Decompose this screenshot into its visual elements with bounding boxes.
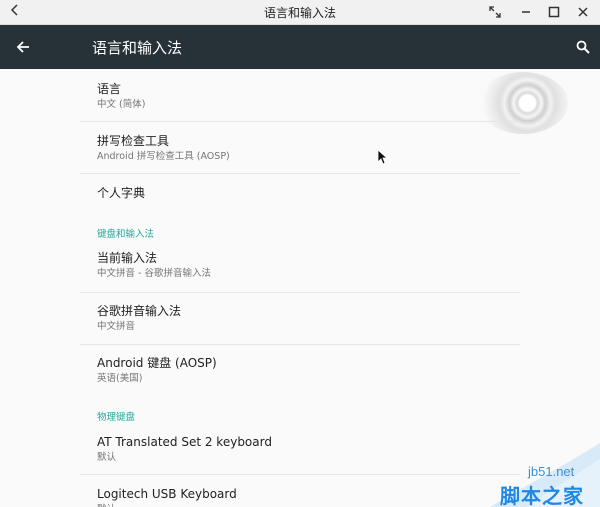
list-item-title: 拼写检查工具 <box>97 134 170 148</box>
divider <box>80 474 520 475</box>
list-item-title: Logitech USB Keyboard <box>97 487 237 501</box>
list-item-title: 个人字典 <box>97 186 146 200</box>
list-item-logitech-keyboard[interactable]: Logitech USB Keyboard 默认 <box>97 487 520 507</box>
app-bar-title: 语言和输入法 <box>92 39 183 57</box>
list-item-subtitle: 中文拼音 <box>97 321 136 332</box>
close-icon[interactable] <box>574 3 592 21</box>
section-header-physical-keyboard: 物理键盘 <box>97 412 136 423</box>
minimize-icon[interactable] <box>517 3 535 21</box>
watermark-site: jb51.net <box>528 464 575 479</box>
list-item-google-pinyin[interactable]: 谷歌拼音输入法 中文拼音 <box>97 304 520 333</box>
divider <box>80 173 520 174</box>
list-item-title: 当前输入法 <box>97 251 158 265</box>
window-title: 语言和输入法 <box>263 6 336 20</box>
list-item-android-keyboard[interactable]: Android 键盘 (AOSP) 英语(美国) <box>97 356 520 385</box>
maximize-restore-icon[interactable] <box>486 3 504 21</box>
window-titlebar: 语言和输入法 <box>0 0 600 25</box>
list-item-spell-checker[interactable]: 拼写检查工具 Android 拼写检查工具 (AOSP) <box>97 134 520 163</box>
list-item-subtitle: 中文 (简体) <box>97 99 146 110</box>
maximize-icon[interactable] <box>545 3 563 21</box>
list-item-current-ime[interactable]: 当前输入法 中文拼音 - 谷歌拼音输入法 <box>97 251 520 280</box>
list-item-at-keyboard[interactable]: AT Translated Set 2 keyboard 默认 <box>97 435 520 464</box>
app-bar: 语言和输入法 <box>0 25 600 69</box>
list-item-title: Android 键盘 (AOSP) <box>97 356 217 370</box>
list-item-language[interactable]: 语言 中文 (简体) <box>97 82 520 111</box>
divider <box>80 344 520 345</box>
list-item-personal-dictionary[interactable]: 个人字典 <box>97 186 520 201</box>
list-item-subtitle: 默认 <box>97 452 117 463</box>
watermark-name: 脚本之家 <box>500 484 584 507</box>
arrow-back-icon[interactable] <box>12 36 34 58</box>
list-item-subtitle: 中文拼音 - 谷歌拼音输入法 <box>97 268 211 279</box>
divider <box>80 121 520 122</box>
list-item-title: 谷歌拼音输入法 <box>97 304 182 318</box>
list-item-subtitle: 英语(美国) <box>97 373 143 384</box>
search-icon[interactable] <box>572 36 594 58</box>
section-header-keyboard: 键盘和输入法 <box>97 229 155 240</box>
list-item-subtitle: Android 拼写检查工具 (AOSP) <box>97 151 230 162</box>
list-item-title: AT Translated Set 2 keyboard <box>97 435 272 449</box>
mouse-cursor-icon <box>377 149 389 169</box>
divider <box>80 292 520 293</box>
list-item-title: 语言 <box>97 82 122 96</box>
